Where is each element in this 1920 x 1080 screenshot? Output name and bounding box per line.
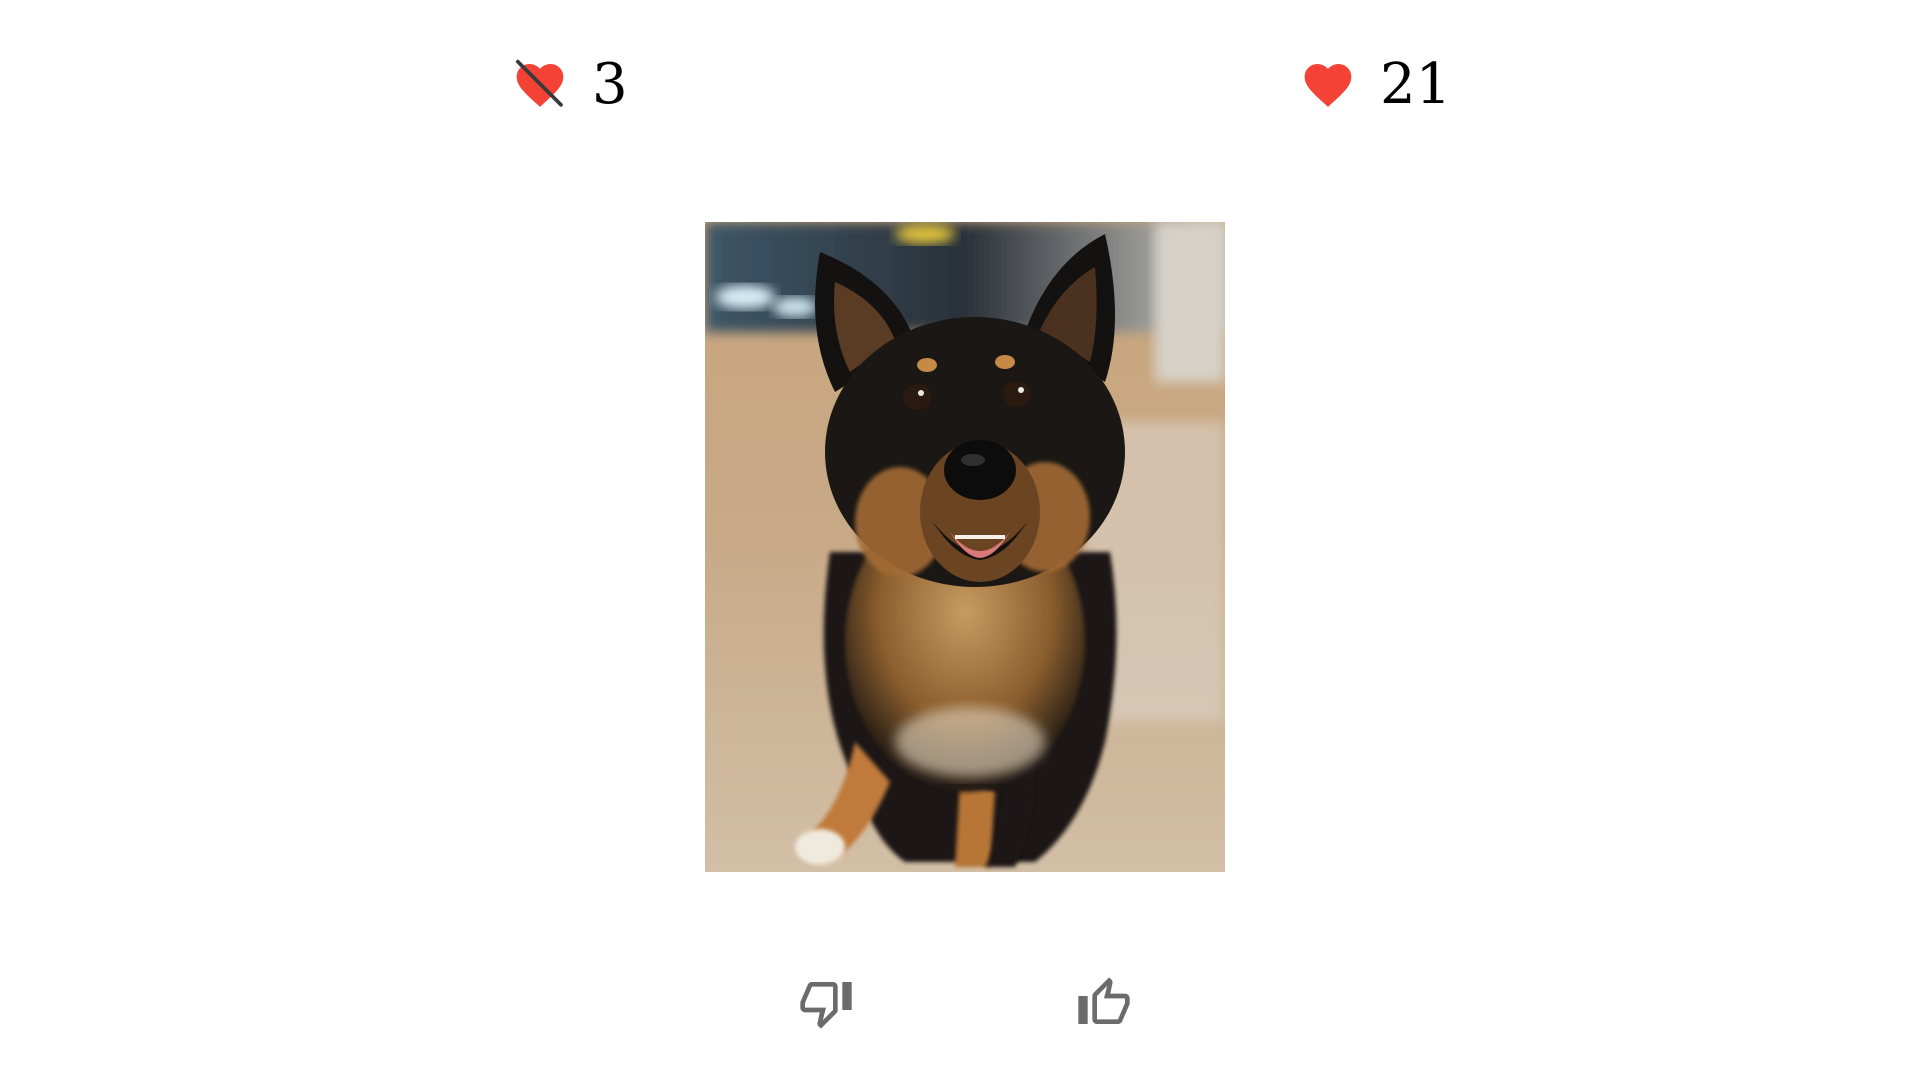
dislike-counter: 3 [512,50,628,120]
heart-icon [1304,64,1352,107]
broken-heart-icon [515,59,564,107]
thumbs-up-icon [1078,977,1130,1024]
like-counter: 21 [1300,50,1451,120]
like-button[interactable] [1076,975,1132,1031]
dog-photo [705,222,1225,872]
dislike-button[interactable] [798,975,854,1031]
dislike-count: 3 [592,52,628,117]
dog-illustration [705,222,1225,872]
thumbs-down-icon [800,982,852,1029]
like-count: 21 [1380,52,1452,117]
